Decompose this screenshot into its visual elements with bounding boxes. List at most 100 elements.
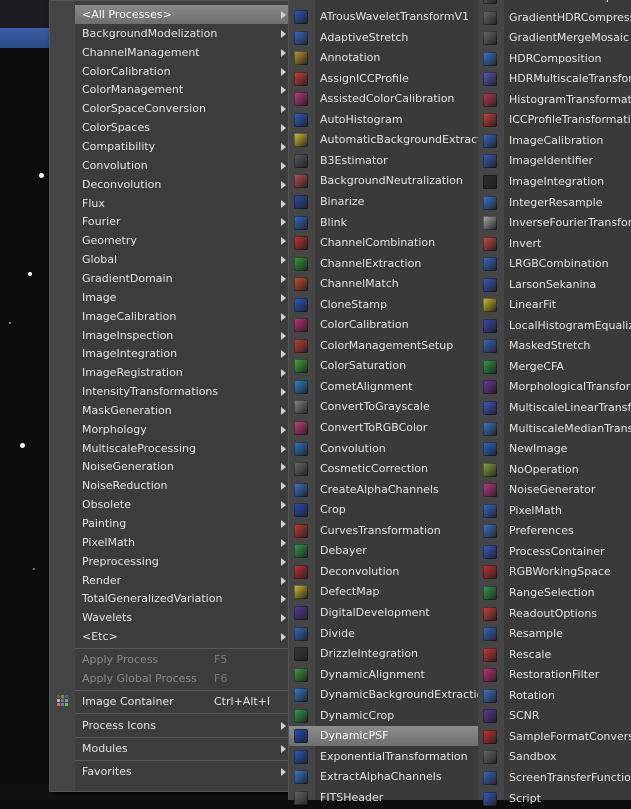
- process-item[interactable]: DynamicBackgroundExtraction: [289, 685, 478, 705]
- process-item[interactable]: SampleFormatConversion: [478, 727, 631, 747]
- submenu-item[interactable]: Geometry: [75, 231, 290, 250]
- process-item[interactable]: LocalHistogramEqualization: [478, 316, 631, 336]
- submenu-item[interactable]: Convolution: [75, 156, 290, 175]
- process-item[interactable]: InverseFourierTransform: [478, 213, 631, 233]
- process-item[interactable]: Rotation: [478, 686, 631, 706]
- process-item[interactable]: ICCProfileTransformation: [478, 110, 631, 130]
- process-item[interactable]: DefectMap: [289, 582, 478, 602]
- process-item[interactable]: BackgroundNeutralization: [289, 171, 478, 191]
- process-item[interactable]: DigitalDevelopment: [289, 603, 478, 623]
- submenu-item[interactable]: ColorSpaces: [75, 118, 290, 137]
- process-item[interactable]: SCNR: [478, 706, 631, 726]
- submenu-item[interactable]: ImageInspection: [75, 326, 290, 345]
- process-item[interactable]: ATrousWaveletTransformV1: [289, 7, 478, 27]
- process-item[interactable]: AdaptiveStretch: [289, 28, 478, 48]
- process-item[interactable]: ExponentialTransformation: [289, 747, 478, 767]
- submenu-item[interactable]: Preprocessing: [75, 552, 290, 571]
- process-item[interactable]: AssistedColorCalibration: [289, 89, 478, 109]
- process-item[interactable]: ColorSaturation: [289, 356, 478, 376]
- process-item[interactable]: ColorManagementSetup: [289, 336, 478, 356]
- submenu-item[interactable]: ChannelManagement: [75, 43, 290, 62]
- process-item[interactable]: FITSHeader: [289, 788, 478, 808]
- process-item[interactable]: Blink: [289, 213, 478, 233]
- process-item[interactable]: Divide: [289, 624, 478, 644]
- submenu-item[interactable]: Wavelets: [75, 608, 290, 627]
- process-item[interactable]: ConvertToRGBColor: [289, 418, 478, 438]
- process-item[interactable]: Annotation: [289, 48, 478, 68]
- process-item[interactable]: MorphologicalTransformation: [478, 377, 631, 397]
- process-item[interactable]: ProcessContainer: [478, 542, 631, 562]
- submenu-item[interactable]: ColorManagement: [75, 80, 290, 99]
- process-item[interactable]: B3Estimator: [289, 151, 478, 171]
- process-item[interactable]: Convolution: [289, 439, 478, 459]
- submenu-item[interactable]: MultiscaleProcessing: [75, 439, 290, 458]
- favorites-item[interactable]: Favorites: [75, 762, 290, 781]
- image-window-titlebar[interactable]: [0, 28, 49, 48]
- process-item[interactable]: DynamicPSF: [289, 726, 478, 747]
- process-item[interactable]: NoiseGenerator: [478, 480, 631, 500]
- process-item[interactable]: Rescale: [478, 645, 631, 665]
- submenu-item[interactable]: TotalGeneralizedVariation: [75, 589, 290, 608]
- process-icons-item[interactable]: Process Icons: [75, 716, 290, 735]
- process-item[interactable]: CometAlignment: [289, 377, 478, 397]
- modules-item[interactable]: Modules: [75, 739, 290, 758]
- process-item[interactable]: HistogramTransformation: [478, 90, 631, 110]
- process-item[interactable]: DynamicCrop: [289, 706, 478, 726]
- process-item[interactable]: GradientHDRComposition: [478, 0, 631, 7]
- process-item[interactable]: Binarize: [289, 192, 478, 212]
- process-item[interactable]: ColorCalibration: [289, 315, 478, 335]
- submenu-item[interactable]: ImageIntegration: [75, 344, 290, 363]
- process-item[interactable]: ImageCalibration: [478, 131, 631, 151]
- process-item[interactable]: ChannelExtraction: [289, 254, 478, 274]
- process-item[interactable]: Sandbox: [478, 747, 631, 767]
- process-item[interactable]: RangeSelection: [478, 583, 631, 603]
- process-item[interactable]: PixelMath: [478, 501, 631, 521]
- submenu-item[interactable]: <All Processes>: [75, 5, 290, 24]
- submenu-item[interactable]: Morphology: [75, 420, 290, 439]
- process-item[interactable]: NoOperation: [478, 460, 631, 480]
- image-container-item[interactable]: Image Container Ctrl+Alt+I: [75, 692, 290, 711]
- submenu-item[interactable]: PixelMath: [75, 533, 290, 552]
- process-item[interactable]: RGBWorkingSpace: [478, 562, 631, 582]
- process-item[interactable]: Deconvolution: [289, 562, 478, 582]
- process-item[interactable]: CurvesTransformation: [289, 521, 478, 541]
- process-item[interactable]: ScreenTransferFunction: [478, 768, 631, 788]
- process-item[interactable]: Preferences: [478, 521, 631, 541]
- submenu-item[interactable]: NoiseReduction: [75, 476, 290, 495]
- process-item[interactable]: LRGBCombination: [478, 254, 631, 274]
- process-item[interactable]: IntegerResample: [478, 193, 631, 213]
- process-item[interactable]: MultiscaleLinearTransform: [478, 398, 631, 418]
- process-item[interactable]: ExtractAlphaChannels: [289, 767, 478, 787]
- submenu-item[interactable]: Image: [75, 288, 290, 307]
- process-item[interactable]: Debayer: [289, 541, 478, 561]
- submenu-item[interactable]: <Etc>: [75, 627, 290, 646]
- submenu-item[interactable]: MaskGeneration: [75, 401, 290, 420]
- process-item[interactable]: RestorationFilter: [478, 665, 631, 685]
- process-item[interactable]: Script: [478, 789, 631, 809]
- process-item[interactable]: AutomaticBackgroundExtractor: [289, 130, 478, 150]
- process-item[interactable]: LinearFit: [478, 295, 631, 315]
- process-item[interactable]: MergeCFA: [478, 357, 631, 377]
- process-item[interactable]: GradientMergeMosaic: [478, 28, 631, 48]
- process-item[interactable]: DrizzleIntegration: [289, 644, 478, 664]
- submenu-item[interactable]: NoiseGeneration: [75, 457, 290, 476]
- submenu-item[interactable]: Painting: [75, 514, 290, 533]
- submenu-item[interactable]: ImageRegistration: [75, 363, 290, 382]
- submenu-item[interactable]: GradientDomain: [75, 269, 290, 288]
- process-item[interactable]: GradientHDRCompression: [478, 8, 631, 28]
- submenu-item[interactable]: IntensityTransformations: [75, 382, 290, 401]
- process-item[interactable]: MaskedStretch: [478, 336, 631, 356]
- process-item[interactable]: CosmeticCorrection: [289, 459, 478, 479]
- process-item[interactable]: NewImage: [478, 439, 631, 459]
- process-item[interactable]: DynamicAlignment: [289, 665, 478, 685]
- process-item[interactable]: Resample: [478, 624, 631, 644]
- process-item[interactable]: Invert: [478, 234, 631, 254]
- process-item[interactable]: CloneStamp: [289, 295, 478, 315]
- submenu-item[interactable]: Global: [75, 250, 290, 269]
- process-item[interactable]: ImageIdentifier: [478, 151, 631, 171]
- process-item[interactable]: LarsonSekanina: [478, 275, 631, 295]
- submenu-item[interactable]: BackgroundModelization: [75, 24, 290, 43]
- submenu-item[interactable]: Render: [75, 571, 290, 590]
- submenu-item[interactable]: Compatibility: [75, 137, 290, 156]
- submenu-item[interactable]: Obsolete: [75, 495, 290, 514]
